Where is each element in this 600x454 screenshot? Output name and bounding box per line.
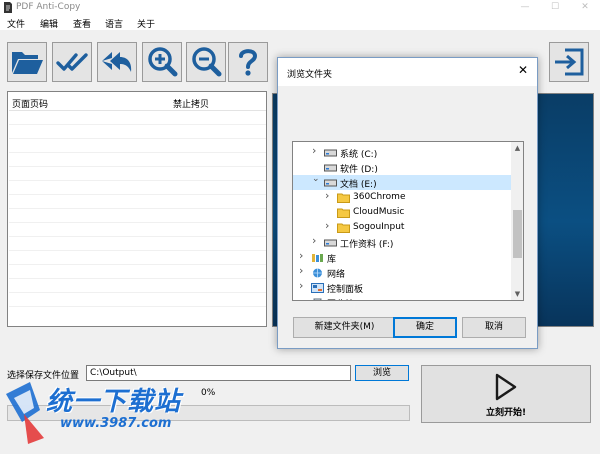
- zoom-out-icon: [192, 47, 222, 77]
- play-icon: [495, 373, 517, 401]
- row-line: [9, 278, 266, 279]
- exit-button[interactable]: [549, 42, 589, 82]
- tree-item[interactable]: 回收站: [293, 295, 511, 300]
- row-line: [9, 264, 266, 265]
- folder-tree[interactable]: › 系统 (C:) 软件 (D:) ⌄ 文档 (E:) › 360Chrome CloudMu…: [292, 141, 524, 301]
- progress-percent: 0%: [201, 388, 216, 398]
- tree-item-label: 控制面板: [327, 285, 364, 295]
- row-line: [9, 180, 266, 181]
- tree-item-label: 库: [327, 255, 337, 265]
- row-line: [9, 166, 266, 167]
- row-line: [9, 292, 266, 293]
- tree-scrollbar[interactable]: ▲ ▼: [511, 142, 523, 300]
- tree-item-label: CloudMusic: [353, 207, 405, 217]
- menu-language[interactable]: 语言: [105, 17, 123, 30]
- open-folder-icon: [12, 52, 43, 74]
- open-button[interactable]: [7, 42, 47, 82]
- app-icon: [4, 2, 12, 13]
- tree-item-label: 工作资料 (F:): [340, 240, 394, 250]
- start-label: 立刻开始!: [485, 408, 527, 418]
- start-button[interactable]: 立刻开始!: [421, 365, 591, 423]
- row-line: [9, 306, 266, 307]
- ok-button[interactable]: 确定: [393, 317, 457, 338]
- chevron-right-icon[interactable]: ›: [325, 189, 329, 202]
- select-all-button[interactable]: [52, 42, 92, 82]
- tree-item[interactable]: › 360Chrome: [293, 189, 511, 205]
- scroll-up-icon[interactable]: ▲: [511, 142, 523, 154]
- tree-item[interactable]: 软件 (D:): [293, 160, 511, 175]
- dialog-title: 浏览文件夹: [287, 70, 333, 80]
- title-bar: PDF Anti-Copy — ☐ ✕: [0, 0, 600, 15]
- menu-file[interactable]: 文件: [7, 17, 25, 30]
- row-line: [9, 152, 266, 153]
- dialog-title-bar: 浏览文件夹 ✕: [278, 58, 537, 86]
- header-divider: [9, 110, 266, 111]
- browse-button[interactable]: 浏览: [355, 365, 409, 381]
- help-icon: [239, 49, 258, 76]
- maximize-button[interactable]: ☐: [540, 0, 570, 15]
- zoom-in-icon: [148, 47, 178, 77]
- zoom-out-button[interactable]: [186, 42, 226, 82]
- undo-all-icon: [102, 52, 132, 72]
- tree-item-label: 360Chrome: [353, 192, 406, 202]
- check-all-icon: [56, 53, 88, 71]
- page-list[interactable]: 页面页码 禁止拷贝: [7, 91, 267, 327]
- watermark-text: 统一下载站: [46, 387, 182, 417]
- tree-item-label: SogouInput: [353, 222, 405, 232]
- tree-item[interactable]: › SogouInput: [293, 219, 511, 235]
- help-button[interactable]: [228, 42, 268, 82]
- recycle-bin-icon: [311, 298, 324, 300]
- chevron-right-icon[interactable]: ›: [299, 279, 303, 292]
- dialog-close-button[interactable]: ✕: [516, 63, 530, 77]
- tree-item-label: 网络: [327, 270, 346, 280]
- menu-edit[interactable]: 编辑: [40, 17, 58, 30]
- tree-item[interactable]: ⌄ 文档 (E:): [293, 174, 511, 190]
- tree-item[interactable]: › 系统 (C:): [293, 144, 511, 160]
- zoom-in-button[interactable]: [142, 42, 182, 82]
- tree-item-label: 系统 (C:): [340, 150, 378, 160]
- tree-item-label: 回收站: [327, 297, 354, 300]
- tree-item[interactable]: › 库: [293, 249, 511, 265]
- tree-item[interactable]: › 控制面板: [293, 279, 511, 295]
- chevron-right-icon[interactable]: ›: [299, 249, 303, 262]
- row-line: [9, 250, 266, 251]
- window-title: PDF Anti-Copy: [16, 2, 81, 12]
- chevron-right-icon[interactable]: ›: [299, 264, 303, 277]
- drive-icon: [324, 163, 337, 175]
- tree-item-label: 文档 (E:): [340, 180, 377, 190]
- undo-all-button[interactable]: [97, 42, 137, 82]
- scroll-thumb[interactable]: [513, 210, 522, 258]
- chevron-down-icon[interactable]: ⌄: [312, 174, 320, 184]
- row-line: [9, 236, 266, 237]
- tree-item-label: 软件 (D:): [340, 165, 378, 175]
- menu-view[interactable]: 查看: [73, 17, 91, 30]
- exit-icon: [555, 48, 584, 76]
- tree-item[interactable]: CloudMusic: [293, 205, 511, 220]
- watermark-url: www.3987.com: [60, 416, 172, 431]
- row-line: [9, 138, 266, 139]
- chevron-right-icon[interactable]: ›: [312, 234, 316, 247]
- close-button[interactable]: ✕: [570, 0, 600, 15]
- column-header-page-number[interactable]: 页面页码: [12, 97, 48, 110]
- scroll-down-icon[interactable]: ▼: [511, 288, 523, 300]
- new-folder-button[interactable]: 新建文件夹(M): [293, 317, 396, 338]
- menu-bar: 文件 编辑 查看 语言 关于: [0, 15, 600, 31]
- drive-icon: [324, 238, 337, 250]
- chevron-right-icon[interactable]: ›: [312, 144, 316, 157]
- browse-folder-dialog: 浏览文件夹 ✕ › 系统 (C:) 软件 (D:) ⌄ 文档 (E:) › 360Chrom…: [277, 57, 538, 349]
- drive-icon: [324, 148, 337, 160]
- row-line: [9, 194, 266, 195]
- column-header-no-copy[interactable]: 禁止拷贝: [173, 97, 209, 110]
- chevron-right-icon[interactable]: ›: [325, 219, 329, 232]
- minimize-button[interactable]: —: [510, 0, 540, 15]
- tree-item[interactable]: › 网络: [293, 264, 511, 280]
- tree-item[interactable]: › 工作资料 (F:): [293, 234, 511, 250]
- cancel-button[interactable]: 取消: [462, 317, 526, 338]
- menu-about[interactable]: 关于: [137, 17, 155, 30]
- row-line: [9, 208, 266, 209]
- row-line: [9, 124, 266, 125]
- row-line: [9, 222, 266, 223]
